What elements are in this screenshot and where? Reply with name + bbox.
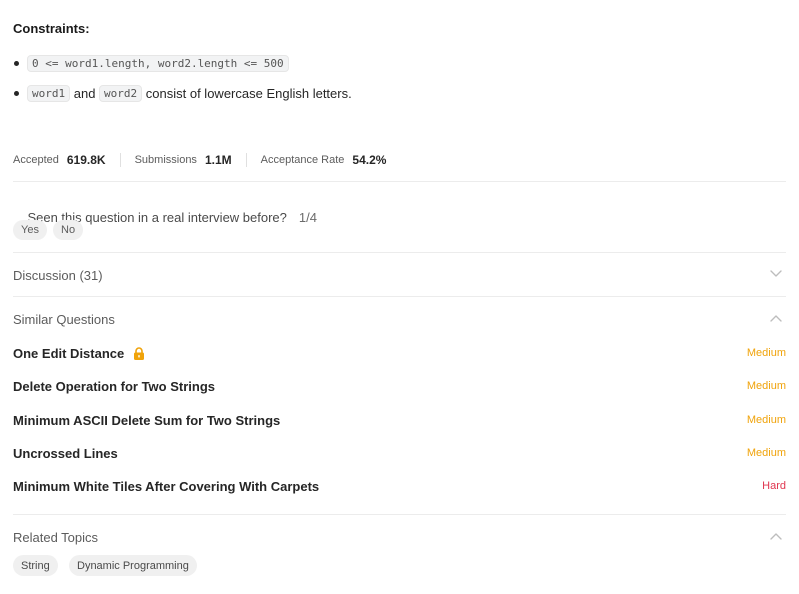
submissions-label: Submissions: [134, 154, 197, 166]
bullet-icon: [14, 60, 19, 66]
accepted-label: Accepted: [13, 154, 59, 166]
chevron-up-icon: [770, 314, 782, 324]
similar-questions-label: Similar Questions: [13, 311, 115, 327]
accepted-value: 619.8K: [66, 153, 106, 167]
acceptance-rate-value: 54.2%: [352, 153, 387, 167]
interview-count: 1/4: [298, 210, 317, 225]
difficulty-badge: Medium: [746, 347, 786, 359]
bullet-icon: [14, 90, 19, 96]
constraint-code: word2: [99, 84, 143, 102]
constraint-code: 0 <= word1.length, word2.length <= 500: [27, 54, 289, 72]
constraint-text: and: [70, 85, 100, 101]
constraints-heading: Constraints:: [13, 21, 90, 36]
discussion-label: Discussion (31): [13, 267, 103, 283]
lock-icon: [133, 346, 145, 360]
similar-question-title[interactable]: Uncrossed Lines: [13, 446, 118, 461]
difficulty-badge: Medium: [746, 447, 786, 459]
submission-stats: Accepted 619.8K Submissions 1.1M Accepta…: [13, 150, 386, 170]
similar-question-title-text[interactable]: One Edit Distance: [13, 346, 124, 361]
topic-tag-dynamic-programming[interactable]: Dynamic Programming: [69, 555, 197, 576]
divider: [13, 181, 786, 182]
chevron-up-icon: [770, 532, 782, 542]
similar-question-title[interactable]: One Edit Distance: [13, 346, 145, 361]
similar-question-title[interactable]: Minimum ASCII Delete Sum for Two Strings: [13, 413, 280, 428]
divider: [13, 296, 786, 297]
chevron-down-icon: [770, 270, 782, 280]
similar-question-row[interactable]: Minimum ASCII Delete Sum for Two Strings…: [13, 410, 786, 430]
difficulty-badge: Medium: [746, 380, 786, 392]
divider: [119, 153, 121, 167]
divider: [13, 514, 786, 515]
divider: [13, 252, 786, 253]
related-topics-label: Related Topics: [13, 529, 99, 545]
difficulty-badge: Hard: [762, 480, 786, 492]
constraint-text: consist of lowercase English letters.: [142, 85, 352, 101]
interview-no-button[interactable]: No: [53, 220, 84, 240]
similar-question-row[interactable]: One Edit Distance Medium: [13, 343, 786, 363]
related-topics-toggle[interactable]: Related Topics: [13, 527, 786, 547]
submissions-value: 1.1M: [204, 153, 232, 167]
constraint-code: word1: [27, 84, 71, 102]
similar-question-row[interactable]: Delete Operation for Two Strings Medium: [13, 376, 786, 396]
difficulty-badge: Medium: [746, 414, 786, 426]
similar-question-title[interactable]: Delete Operation for Two Strings: [13, 379, 215, 394]
topic-tag-string[interactable]: String: [13, 555, 58, 576]
similar-question-row[interactable]: Uncrossed Lines Medium: [13, 443, 786, 463]
interview-yes-button[interactable]: Yes: [13, 220, 47, 240]
constraint-item: word1 and word2 consist of lowercase Eng…: [13, 83, 352, 103]
similar-questions-toggle[interactable]: Similar Questions: [13, 309, 786, 329]
discussion-section-toggle[interactable]: Discussion (31): [13, 265, 786, 285]
similar-question-row[interactable]: Minimum White Tiles After Covering With …: [13, 476, 786, 496]
similar-question-title[interactable]: Minimum White Tiles After Covering With …: [13, 479, 319, 494]
constraint-item: 0 <= word1.length, word2.length <= 500: [13, 53, 289, 73]
divider: [245, 153, 247, 167]
acceptance-rate-label: Acceptance Rate: [260, 154, 345, 166]
